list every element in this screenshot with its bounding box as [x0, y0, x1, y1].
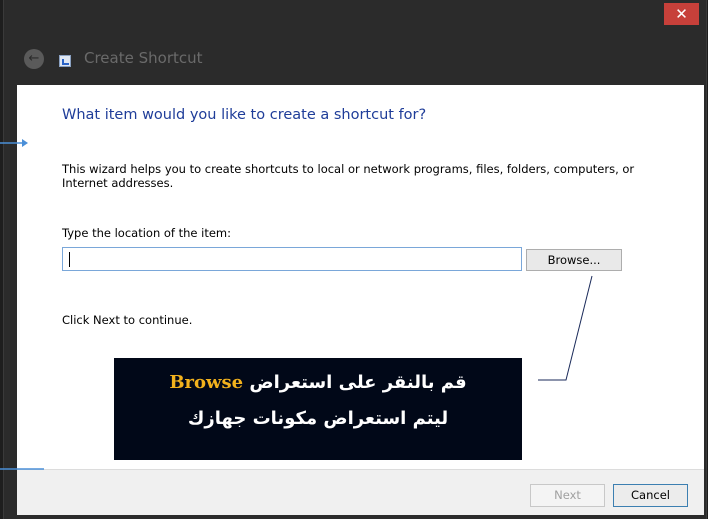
- window-title: Create Shortcut: [84, 49, 203, 67]
- wizard-description: This wizard helps you to create shortcut…: [62, 162, 635, 190]
- annotation-line-1: قم بالنقر على استعراض Browse: [114, 372, 522, 393]
- continue-hint: Click Next to continue.: [62, 313, 193, 327]
- shortcut-app-icon: [59, 55, 71, 67]
- location-input[interactable]: [62, 247, 522, 271]
- wizard-heading: What item would you like to create a sho…: [62, 107, 427, 123]
- cancel-button[interactable]: Cancel: [613, 484, 688, 507]
- next-button[interactable]: Next: [530, 484, 605, 507]
- text-caret: [69, 252, 70, 267]
- annotation-prefix: قم بالنقر على استعراض: [249, 372, 467, 393]
- back-button[interactable]: ←: [24, 49, 44, 69]
- arabic-annotation-callout: قم بالنقر على استعراض Browse ليتم استعرا…: [113, 357, 523, 461]
- browse-button[interactable]: Browse...: [526, 249, 622, 271]
- close-icon: ✕: [675, 5, 688, 23]
- annotation-line-2: ليتم استعراض مكونات جهازك: [187, 408, 449, 429]
- back-arrow-icon: ←: [28, 51, 40, 66]
- wizard-footer: Next Cancel: [17, 469, 704, 515]
- close-button[interactable]: ✕: [664, 3, 699, 25]
- location-label: Type the location of the item:: [62, 226, 232, 240]
- annotation-keyword: Browse: [169, 372, 244, 393]
